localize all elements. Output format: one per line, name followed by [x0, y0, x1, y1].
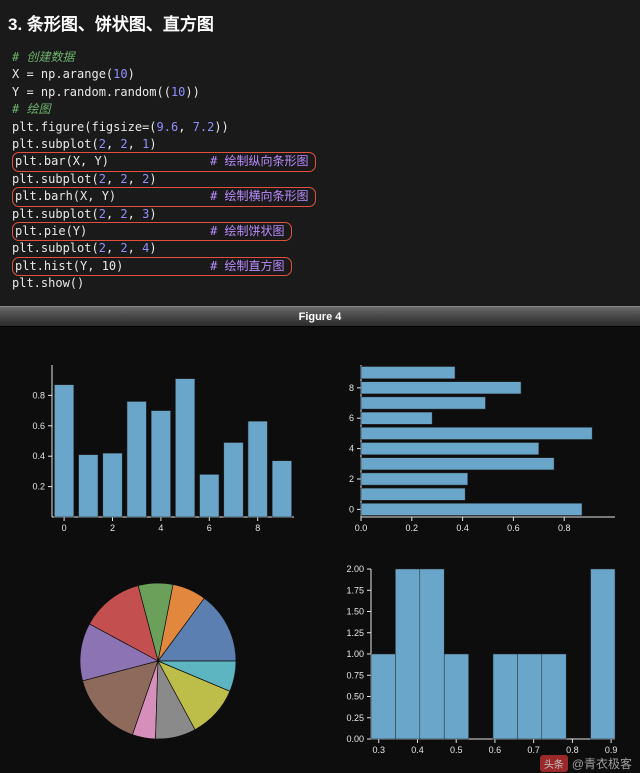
- chart-histogram: 0.3 0.4 0.5 0.6 0.7 0.8 0.9 0.00 0.25 0.50 0.75 1.0…: [329, 561, 619, 761]
- svg-text:0.7: 0.7: [527, 745, 540, 755]
- svg-text:4: 4: [158, 523, 163, 533]
- watermark-author: @青衣极客: [572, 757, 632, 771]
- code-line: plt.subplot(2, 2, 3): [12, 207, 157, 221]
- chart-bar-vertical: 0 2 4 6 8 0.2 0.4 0.6 0.8: [8, 357, 298, 537]
- svg-text:0.6: 0.6: [32, 421, 45, 431]
- svg-text:0.2: 0.2: [406, 523, 419, 533]
- code-comment: # 绘图: [12, 102, 50, 116]
- code-line: plt.barh(X, Y) # 绘制横向条形图: [12, 189, 316, 203]
- svg-text:0.2: 0.2: [32, 482, 45, 492]
- watermark: 头条 @青衣极客: [0, 755, 632, 772]
- svg-text:2.00: 2.00: [346, 564, 364, 574]
- code-line: plt.show(): [12, 276, 84, 290]
- code-comment: # 创建数据: [12, 50, 74, 64]
- svg-text:0.50: 0.50: [346, 692, 364, 702]
- watermark-badge: 头条: [540, 755, 568, 772]
- svg-text:1.75: 1.75: [346, 586, 364, 596]
- code-line: Y = np.random.random((10)): [12, 85, 200, 99]
- svg-text:0.3: 0.3: [372, 745, 385, 755]
- svg-text:2: 2: [349, 474, 354, 484]
- chart-bar-horizontal: 0.0 0.2 0.4 0.6 0.8 0 2 4 6 8: [329, 357, 619, 537]
- svg-text:1.00: 1.00: [346, 649, 364, 659]
- code-line: plt.pie(Y) # 绘制饼状图: [12, 224, 292, 238]
- svg-text:0.4: 0.4: [456, 523, 469, 533]
- svg-text:2: 2: [110, 523, 115, 533]
- svg-text:0: 0: [62, 523, 67, 533]
- svg-text:1.25: 1.25: [346, 628, 364, 638]
- code-line: plt.subplot(2, 2, 4): [12, 241, 157, 255]
- code-line: plt.bar(X, Y) # 绘制纵向条形图: [12, 154, 316, 168]
- svg-text:0.00: 0.00: [346, 734, 364, 744]
- svg-text:0.8: 0.8: [566, 745, 579, 755]
- svg-text:0.75: 0.75: [346, 671, 364, 681]
- svg-text:0.0: 0.0: [355, 523, 368, 533]
- code-line: plt.subplot(2, 2, 2): [12, 172, 157, 186]
- code-line: plt.figure(figsize=(9.6, 7.2)): [12, 120, 229, 134]
- figure-titlebar: Figure 4: [0, 306, 640, 327]
- code-line: X = np.arange(10): [12, 67, 135, 81]
- code-line: plt.hist(Y, 10) # 绘制直方图: [12, 259, 292, 273]
- svg-text:4: 4: [349, 444, 354, 454]
- chart-pie: [8, 561, 298, 761]
- svg-text:6: 6: [207, 523, 212, 533]
- svg-text:0.8: 0.8: [32, 391, 45, 401]
- svg-text:0.5: 0.5: [450, 745, 463, 755]
- svg-text:0.8: 0.8: [558, 523, 571, 533]
- svg-text:8: 8: [255, 523, 260, 533]
- svg-text:1.50: 1.50: [346, 607, 364, 617]
- svg-text:0.6: 0.6: [507, 523, 520, 533]
- svg-text:0.9: 0.9: [605, 745, 618, 755]
- section-title: 3. 条形图、饼状图、直方图: [8, 10, 632, 35]
- svg-text:6: 6: [349, 414, 354, 424]
- code-line: plt.subplot(2, 2, 1): [12, 137, 157, 151]
- svg-text:0.25: 0.25: [346, 713, 364, 723]
- chart-area: 0 2 4 6 8 0.2 0.4 0.6 0.8 0.0 0.2 0.4 0.6 0.8 0 2 4 6 8 0…: [0, 327, 640, 773]
- code-block: # 创建数据 X = np.arange(10) Y = np.random.r…: [8, 43, 632, 300]
- svg-text:0.4: 0.4: [411, 745, 424, 755]
- svg-text:0.4: 0.4: [32, 452, 45, 462]
- svg-text:0.6: 0.6: [489, 745, 502, 755]
- svg-text:8: 8: [349, 383, 354, 393]
- svg-text:0: 0: [349, 505, 354, 515]
